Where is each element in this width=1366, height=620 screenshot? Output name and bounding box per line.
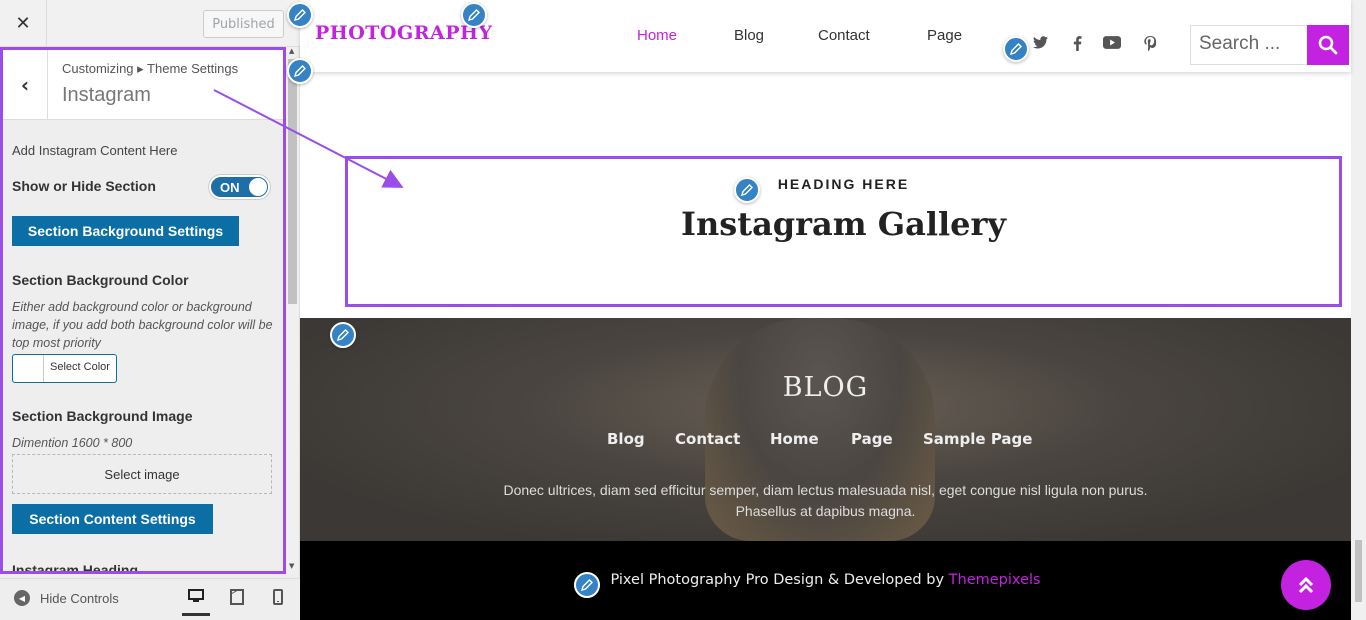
nav-contact[interactable]: Contact xyxy=(818,27,870,44)
edit-menu-pencil-icon[interactable] xyxy=(287,58,313,84)
instagram-section: HEADING HERE Instagram Gallery xyxy=(345,156,1342,307)
scroll-to-top-button[interactable] xyxy=(1281,560,1331,610)
hide-controls-label: Hide Controls xyxy=(40,590,119,606)
publish-button[interactable]: Published xyxy=(203,10,284,38)
instagram-small-heading: HEADING HERE xyxy=(777,176,910,192)
mobile-icon xyxy=(273,589,283,605)
footer-link-sample-page[interactable]: Sample Page xyxy=(923,430,1032,448)
nav-page[interactable]: Page xyxy=(927,27,962,44)
nav-blog[interactable]: Blog xyxy=(734,27,764,44)
search-icon xyxy=(1318,35,1338,55)
nav-home[interactable]: Home xyxy=(637,27,677,44)
instagram-heading-label: Instagram Heading xyxy=(12,562,139,574)
pinterest-icon[interactable] xyxy=(1141,36,1159,54)
search-button[interactable] xyxy=(1307,25,1349,65)
show-hide-label: Show or Hide Section xyxy=(12,178,156,194)
back-button[interactable]: ‹ xyxy=(3,50,48,120)
edit-social-pencil-icon[interactable] xyxy=(1003,36,1029,62)
preview-scrollbar[interactable] xyxy=(1351,0,1366,620)
select-color-button[interactable]: Select Color xyxy=(12,354,117,383)
youtube-icon[interactable] xyxy=(1101,36,1123,54)
desktop-preview-button[interactable] xyxy=(182,589,210,616)
toggle-state-text: ON xyxy=(220,180,240,195)
hide-controls-button[interactable]: ◀ Hide Controls xyxy=(14,590,119,606)
breadcrumb: Customizing ▸ Theme Settings xyxy=(62,61,239,76)
section-background-settings-button[interactable]: Section Background Settings xyxy=(12,216,239,246)
edit-logo-pencil-icon[interactable] xyxy=(461,2,487,28)
footer-link-home[interactable]: Home xyxy=(770,430,819,448)
themepixels-link[interactable]: Themepixels xyxy=(949,572,1041,588)
customizer-root: ✕ Published ‹ Customizing ▸ Theme Settin… xyxy=(0,0,1366,620)
panel-scroll-thumb[interactable] xyxy=(288,59,297,304)
desktop-icon xyxy=(188,589,204,602)
scroll-up-arrow-icon[interactable]: ▲ xyxy=(289,47,294,55)
bg-image-dimension: Dimention 1600 * 800 xyxy=(12,436,133,450)
customizer-footer: ◀ Hide Controls xyxy=(0,578,300,620)
edit-blog-pencil-icon[interactable] xyxy=(330,322,356,348)
edit-pencil-icon[interactable] xyxy=(287,2,313,28)
select-color-label: Select Color xyxy=(50,361,110,373)
edit-instagram-heading-pencil-icon[interactable] xyxy=(734,177,760,203)
close-icon: ✕ xyxy=(15,12,31,34)
bg-image-label: Section Background Image xyxy=(12,408,193,424)
scroll-down-arrow-icon[interactable]: ▼ xyxy=(289,562,294,570)
instagram-heading: Instagram Gallery xyxy=(681,205,1006,243)
section-content-settings-button[interactable]: Section Content Settings xyxy=(12,504,213,534)
chevron-left-icon: ‹ xyxy=(20,73,30,97)
panel-header: ‹ Customizing ▸ Theme Settings Instagram xyxy=(3,50,283,120)
blog-text: Donec ultrices, diam sed efficitur sempe… xyxy=(503,482,1148,519)
footer-link-page[interactable]: Page xyxy=(851,430,893,448)
close-customizer-button[interactable]: ✕ xyxy=(0,0,47,46)
footer-link-contact[interactable]: Contact xyxy=(675,430,740,448)
blog-title: BLOG xyxy=(782,372,869,403)
edit-copyright-pencil-icon[interactable] xyxy=(574,572,600,598)
facebook-icon[interactable] xyxy=(1068,36,1086,54)
blog-section: BLOG Blog Contact Home Page Sample Page … xyxy=(300,318,1351,541)
instagram-panel: ‹ Customizing ▸ Theme Settings Instagram… xyxy=(0,47,286,574)
section-description: Add Instagram Content Here xyxy=(12,143,178,158)
preview-scroll-thumb[interactable] xyxy=(1355,540,1362,602)
tablet-icon xyxy=(230,589,244,605)
copyright-prefix: Pixel Photography Pro Design & Developed… xyxy=(610,572,949,588)
color-swatch xyxy=(13,355,44,382)
panel-scrollbar[interactable]: ▲ ▼ xyxy=(287,47,298,574)
double-chevron-up-icon xyxy=(1298,576,1314,594)
site-header: PHOTOGRAPHY Home Blog Contact Page Searc… xyxy=(300,0,1351,72)
search-input[interactable]: Search ... xyxy=(1190,25,1307,65)
mobile-preview-button[interactable] xyxy=(264,589,292,609)
copyright-text: Pixel Photography Pro Design & Developed… xyxy=(300,572,1351,588)
bg-color-label: Section Background Color xyxy=(12,272,189,288)
twitter-icon[interactable] xyxy=(1031,36,1049,54)
tablet-preview-button[interactable] xyxy=(223,589,251,609)
show-hide-toggle[interactable]: ON xyxy=(209,175,270,199)
customizer-sidebar: ✕ Published ‹ Customizing ▸ Theme Settin… xyxy=(0,0,300,620)
collapse-icon: ◀ xyxy=(14,590,30,606)
search-placeholder: Search ... xyxy=(1199,33,1281,54)
customizer-top-bar: ✕ Published xyxy=(0,0,300,47)
copyright-bar: Pixel Photography Pro Design & Developed… xyxy=(300,541,1351,620)
bg-color-help: Either add background color or backgroun… xyxy=(12,300,273,350)
panel-title: Instagram xyxy=(62,84,151,106)
footer-link-blog[interactable]: Blog xyxy=(607,430,645,448)
toggle-knob xyxy=(249,178,267,196)
select-image-button[interactable]: Select image xyxy=(12,454,272,494)
site-preview: PHOTOGRAPHY Home Blog Contact Page Searc… xyxy=(287,0,1351,620)
